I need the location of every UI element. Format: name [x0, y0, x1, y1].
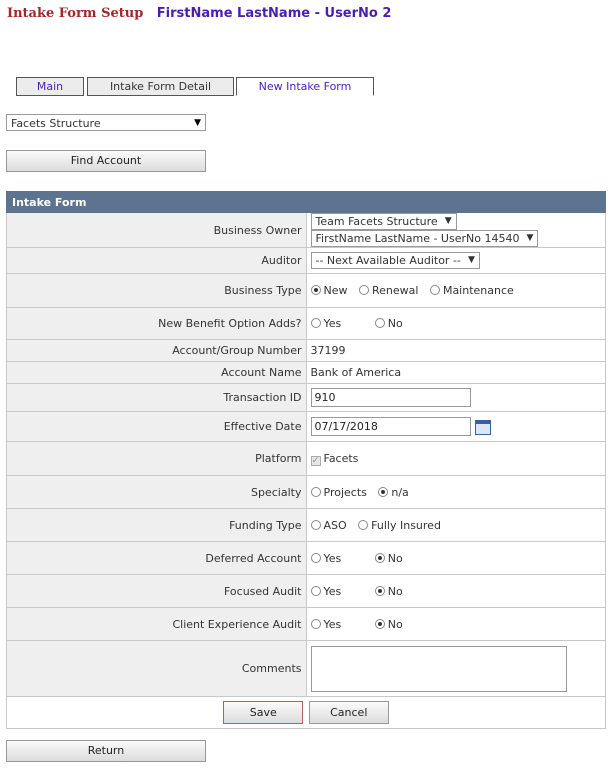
page-title: Intake Form Setup [7, 6, 144, 21]
checkbox-checked-disabled-icon: ✓ [310, 455, 321, 466]
deferred-account-label: Deferred Account [6, 541, 307, 575]
page-header: Intake Form Setup FirstName LastName - U… [7, 6, 391, 21]
new-benefit-yes-option[interactable]: Yes [310, 317, 341, 330]
new-benefit-no-option[interactable]: No [374, 317, 403, 330]
radio-selected-icon [374, 585, 385, 596]
transaction-id-label: Transaction ID [6, 383, 307, 412]
business-type-renewal-option[interactable]: Renewal [359, 284, 418, 297]
radio-selected-icon [378, 486, 389, 497]
specialty-na-option[interactable]: n/a [378, 486, 409, 499]
comments-textarea[interactable] [310, 645, 567, 692]
platform-label: Platform [6, 441, 307, 476]
comments-label: Comments [6, 640, 307, 697]
return-button[interactable]: Return [6, 740, 206, 762]
auditor-select[interactable]: -- Next Available Auditor -- ▼ [310, 252, 480, 269]
chevron-down-icon: ▼ [526, 233, 534, 243]
client-experience-label: Client Experience Audit [6, 607, 307, 641]
effective-date-label: Effective Date [6, 411, 307, 442]
user-name: FirstName LastName - UserNo 2 [156, 6, 392, 21]
account-name-value: Bank of America [305, 361, 606, 384]
chevron-down-icon: ▼ [444, 216, 452, 226]
business-type-new-option[interactable]: New [310, 284, 348, 297]
save-button[interactable]: Save [223, 701, 304, 724]
radio-selected-icon [374, 552, 385, 563]
effective-date-input[interactable]: 07/17/2018 [310, 417, 471, 436]
radio-icon [310, 318, 321, 328]
radio-icon [310, 519, 321, 530]
focused-audit-no-option[interactable]: No [374, 585, 403, 598]
deferred-account-no-option[interactable]: No [374, 552, 403, 565]
structure-select[interactable]: Facets Structure ▼ [6, 114, 206, 131]
specialty-label: Specialty [6, 475, 307, 509]
radio-icon [358, 519, 369, 530]
business-owner-label: Business Owner [6, 212, 307, 248]
funding-type-label: Funding Type [6, 508, 307, 542]
tab-main[interactable]: Main [16, 77, 84, 96]
radio-icon [310, 552, 321, 563]
funding-type-aso-option[interactable]: ASO [310, 519, 347, 532]
radio-selected-icon [374, 618, 385, 629]
radio-icon [429, 285, 440, 295]
radio-icon [310, 618, 321, 629]
radio-icon [310, 486, 321, 497]
new-benefit-label: New Benefit Option Adds? [6, 307, 307, 340]
radio-icon [359, 285, 369, 295]
business-type-maintenance-option[interactable]: Maintenance [429, 284, 514, 297]
focused-audit-label: Focused Audit [6, 574, 307, 608]
tab-intake-form-detail[interactable]: Intake Form Detail [87, 77, 234, 96]
find-account-button[interactable]: Find Account [6, 150, 206, 172]
business-owner-person-select[interactable]: FirstName LastName - UserNo 14540 ▼ [310, 230, 539, 247]
focused-audit-yes-option[interactable]: Yes [310, 585, 341, 598]
form-heading: Intake Form [6, 191, 606, 213]
transaction-id-input[interactable]: 910 [310, 388, 471, 407]
auditor-label: Auditor [6, 247, 307, 274]
radio-icon [310, 585, 321, 596]
specialty-projects-option[interactable]: Projects [310, 486, 367, 499]
tab-new-intake-form[interactable]: New Intake Form [236, 77, 374, 96]
chevron-down-icon: ▼ [467, 255, 475, 265]
radio-icon [374, 318, 385, 328]
radio-selected-icon [310, 285, 321, 295]
deferred-account-yes-option[interactable]: Yes [310, 552, 341, 565]
funding-type-fully-insured-option[interactable]: Fully Insured [358, 519, 441, 532]
chevron-down-icon: ▼ [194, 118, 201, 128]
account-name-label: Account Name [6, 361, 307, 384]
account-group-label: Account/Group Number [6, 339, 307, 362]
calendar-icon[interactable] [474, 419, 491, 435]
business-owner-team-select[interactable]: Team Facets Structure ▼ [310, 213, 457, 230]
intake-form-table: Intake Form Business Owner Team Facets S… [6, 191, 606, 729]
client-experience-yes-option[interactable]: Yes [310, 618, 341, 631]
client-experience-no-option[interactable]: No [374, 618, 403, 631]
platform-option-label: Facets [323, 451, 359, 465]
cancel-button[interactable]: Cancel [308, 701, 389, 724]
business-type-label: Business Type [6, 273, 307, 308]
structure-select-value: Facets Structure [11, 117, 101, 130]
account-group-value: 37199 [305, 339, 606, 362]
